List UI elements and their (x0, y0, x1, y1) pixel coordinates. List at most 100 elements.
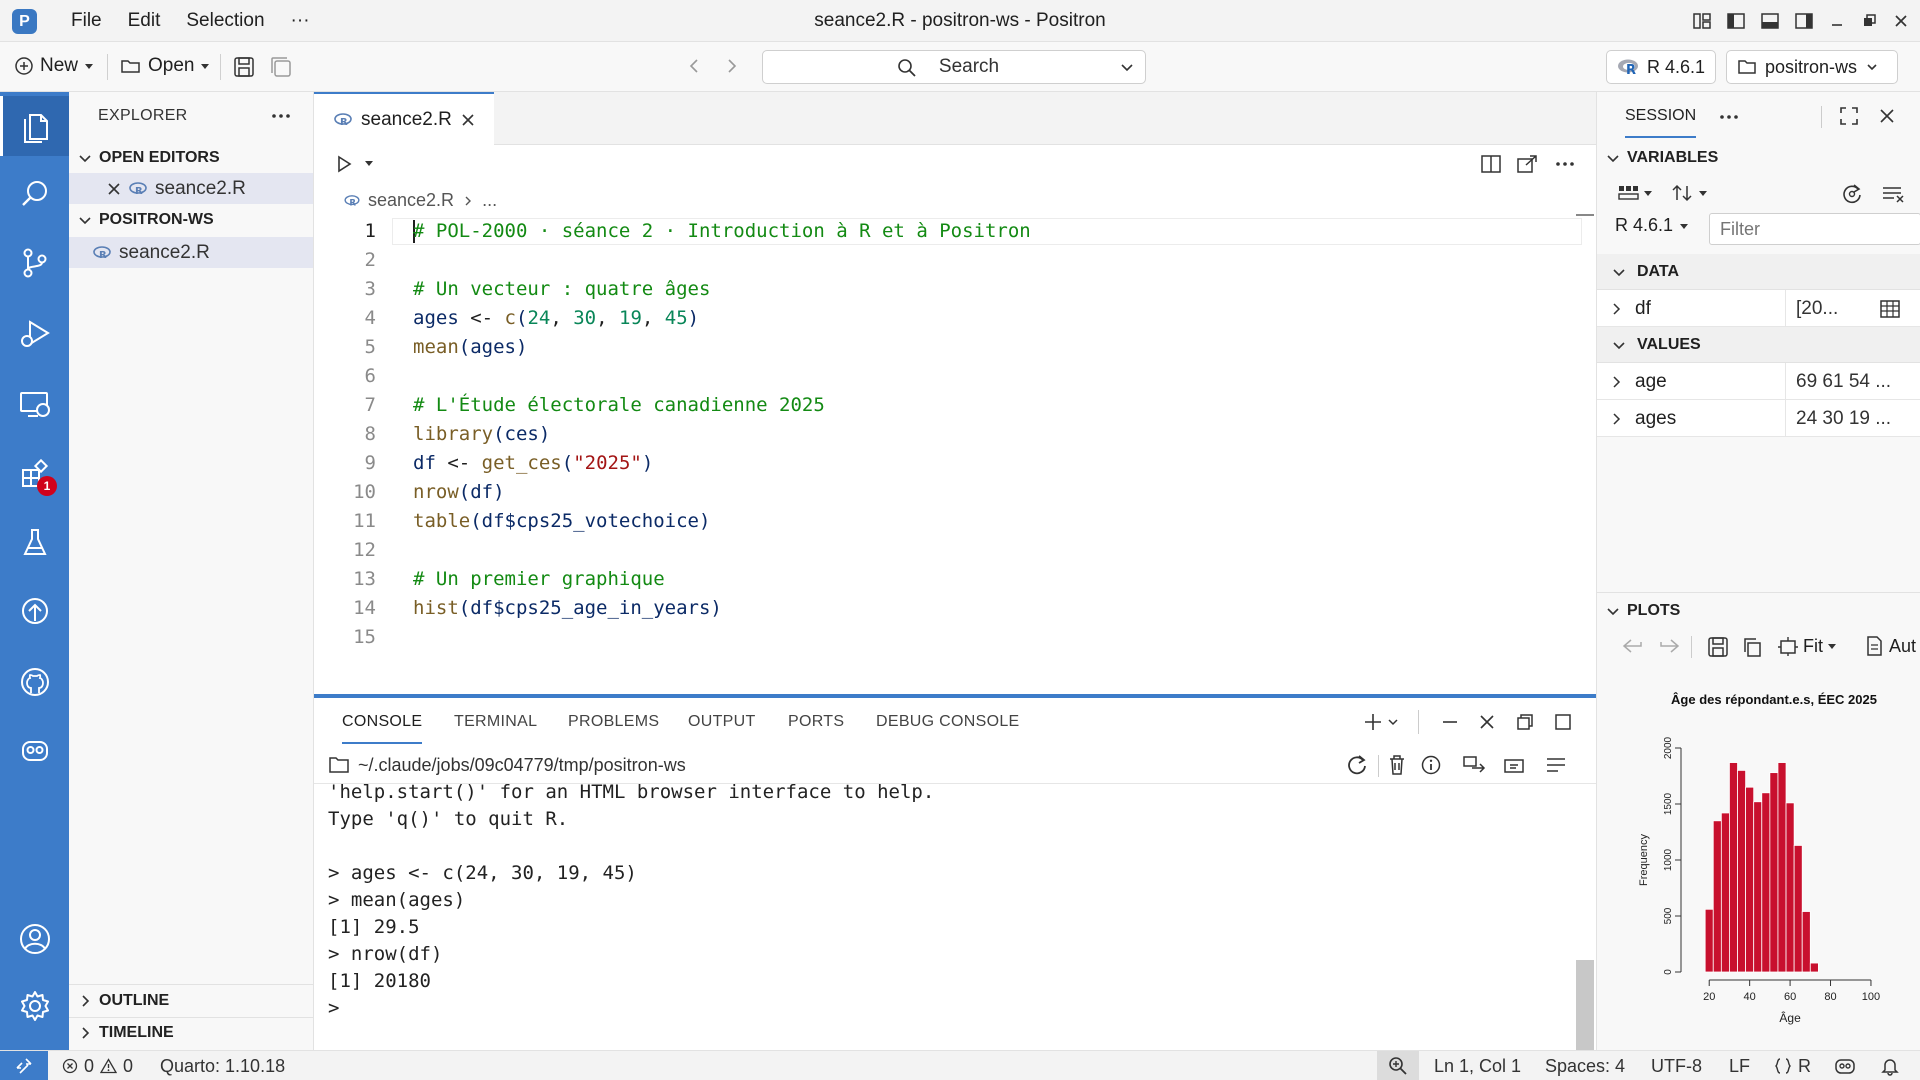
problems-indicator[interactable]: 0 0 (62, 1051, 133, 1080)
trash-icon[interactable] (1387, 754, 1407, 776)
activity-copilot[interactable] (0, 720, 69, 780)
breadcrumb-file[interactable]: seance2.R (368, 190, 454, 211)
close-panel-icon[interactable] (1476, 711, 1498, 733)
open-in-editor-icon[interactable] (1502, 754, 1526, 776)
open-in-new-window-icon[interactable] (1516, 154, 1538, 174)
code-editor[interactable]: 1 # POL-2000 · séance 2 · Introduction à… (314, 216, 1596, 676)
activity-accounts[interactable] (0, 909, 69, 969)
activity-remote-explorer[interactable] (0, 374, 69, 434)
panel-tab-problems[interactable]: PROBLEMS (568, 698, 659, 746)
close-tab-icon[interactable] (461, 113, 475, 127)
more-actions-icon[interactable] (1718, 107, 1740, 127)
more-actions-icon[interactable] (1554, 154, 1576, 174)
open-editors-section-header[interactable]: OPEN EDITORS (69, 142, 313, 173)
restore-panel-icon[interactable] (1514, 711, 1536, 733)
values-group-header[interactable]: VALUES (1597, 327, 1920, 363)
data-group-header[interactable]: DATA (1597, 254, 1920, 290)
info-icon[interactable] (1420, 754, 1442, 776)
variable-row[interactable]: age 69 61 54 ... (1597, 363, 1920, 400)
panel-tab-debug-console[interactable]: DEBUG CONSOLE (876, 698, 1020, 746)
quarto-version[interactable]: Quarto: 1.10.18 (160, 1051, 285, 1080)
menu-more[interactable]: ··· (278, 0, 323, 42)
grouping-icon[interactable] (1617, 183, 1653, 203)
command-search-box[interactable]: Search (762, 50, 1146, 84)
copy-plot-icon[interactable] (1741, 636, 1763, 658)
plot-sizing-selector[interactable]: Fit (1777, 635, 1837, 657)
copilot-status-icon[interactable] (1834, 1056, 1856, 1076)
auto-render-toggle[interactable]: Aut (1865, 635, 1916, 657)
activity-github[interactable] (0, 652, 69, 712)
r-session-selector[interactable]: R 4.6.1 (1615, 215, 1689, 236)
save-plot-icon[interactable] (1707, 636, 1729, 658)
cursor-position[interactable]: Ln 1, Col 1 (1434, 1051, 1521, 1080)
variables-filter-input[interactable] (1709, 213, 1920, 245)
end-of-line[interactable]: LF (1729, 1051, 1750, 1080)
back-arrow-icon[interactable] (684, 56, 704, 76)
activity-extensions[interactable]: 1 (0, 444, 69, 504)
table-view-icon[interactable] (1879, 299, 1901, 319)
restore-icon[interactable] (1860, 12, 1878, 30)
menu-selection[interactable]: Selection (173, 0, 277, 42)
toggle-primary-sidebar-icon[interactable] (1726, 11, 1746, 31)
session-tab[interactable]: SESSION (1625, 92, 1697, 138)
refresh-icon[interactable] (1841, 183, 1863, 205)
variable-row[interactable]: ages 24 30 19 ... (1597, 400, 1920, 437)
language-mode[interactable]: R (1774, 1051, 1811, 1080)
open-editor-item[interactable]: R seance2.R (69, 173, 313, 204)
activity-source-control[interactable] (0, 233, 69, 293)
maximize-panel-icon[interactable] (1552, 711, 1574, 733)
previous-plot-icon[interactable] (1621, 636, 1645, 656)
restart-icon[interactable] (1346, 754, 1368, 776)
workspace-file-item[interactable]: R seance2.R (69, 237, 313, 268)
minimize-panel-icon[interactable] (1439, 711, 1461, 733)
activity-search[interactable] (0, 164, 69, 224)
workspace-section-header[interactable]: POSITRON-WS (69, 204, 313, 235)
chevron-right-icon[interactable] (1609, 302, 1623, 316)
save-all-icon[interactable] (270, 56, 292, 78)
workspace-selector[interactable]: positron-ws (1726, 50, 1898, 84)
breadcrumb-rest[interactable]: ... (482, 190, 497, 211)
chevron-right-icon[interactable] (1609, 375, 1623, 389)
interrupt-icon[interactable] (1462, 754, 1486, 776)
open-button[interactable]: Open (120, 55, 210, 77)
activity-run-debug[interactable] (0, 303, 69, 363)
chevron-down-icon[interactable] (1386, 715, 1400, 729)
r-interpreter-selector[interactable]: R R 4.6.1 (1606, 50, 1717, 84)
clear-all-icon[interactable] (1881, 184, 1905, 204)
next-plot-icon[interactable] (1657, 636, 1681, 656)
new-console-plus-icon[interactable] (1362, 711, 1384, 733)
close-icon[interactable] (1877, 106, 1897, 126)
minimize-icon[interactable] (1828, 12, 1846, 30)
variables-section-header[interactable]: VARIABLES (1597, 142, 1920, 173)
panel-tab-output[interactable]: OUTPUT (688, 698, 756, 746)
zoom-indicator[interactable] (1377, 1051, 1419, 1080)
save-icon[interactable] (233, 56, 255, 78)
activity-publisher[interactable] (0, 581, 69, 641)
activity-manage[interactable] (0, 976, 69, 1036)
panel-tab-ports[interactable]: PORTS (788, 698, 844, 746)
run-file-icon[interactable] (334, 154, 354, 174)
activity-explorer[interactable] (0, 96, 69, 156)
forward-arrow-icon[interactable] (722, 56, 742, 76)
console-scrollbar[interactable] (1576, 960, 1594, 1050)
indentation[interactable]: Spaces: 4 (1545, 1051, 1625, 1080)
chevron-right-icon[interactable] (1609, 412, 1623, 426)
toggle-panel-icon[interactable] (1760, 11, 1780, 31)
customize-layout-icon[interactable] (1692, 11, 1712, 31)
toggle-secondary-sidebar-icon[interactable] (1794, 11, 1814, 31)
chevron-down-icon[interactable] (1119, 59, 1135, 75)
remote-indicator[interactable] (0, 1051, 48, 1080)
timeline-section-header[interactable]: TIMELINE (69, 1017, 314, 1048)
close-icon[interactable] (107, 182, 121, 196)
more-actions-icon[interactable] (270, 106, 292, 126)
sort-icon[interactable] (1671, 183, 1711, 203)
word-wrap-icon[interactable] (1544, 754, 1568, 776)
variable-row[interactable]: df [20... (1597, 290, 1920, 327)
notifications-bell-icon[interactable] (1880, 1056, 1900, 1076)
menu-file[interactable]: File (58, 0, 115, 42)
menu-edit[interactable]: Edit (115, 0, 174, 42)
maximize-icon[interactable] (1839, 106, 1859, 126)
close-window-icon[interactable] (1892, 12, 1910, 30)
run-options-caret-icon[interactable] (364, 158, 374, 168)
panel-tab-console[interactable]: CONSOLE (342, 698, 423, 744)
